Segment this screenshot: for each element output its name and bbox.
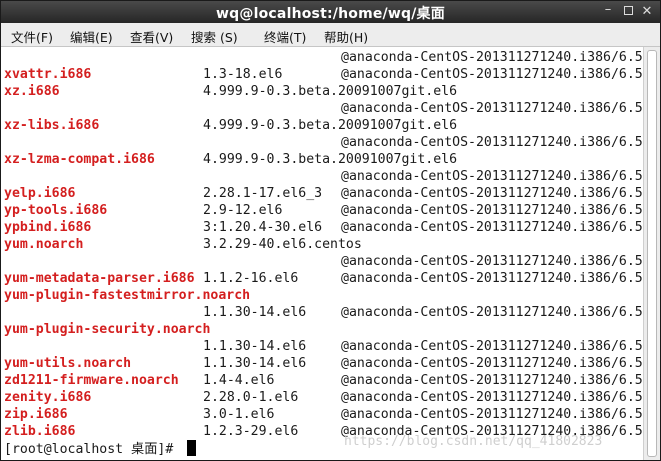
package-repo: @anaconda-CentOS-201311271240.i386/6.5	[341, 186, 643, 201]
package-name: zlib.i686	[4, 424, 76, 439]
menu-view[interactable]: 查看(V)	[130, 27, 173, 46]
menu-help[interactable]: 帮助(H)	[324, 27, 368, 46]
vertical-scrollbar[interactable]	[643, 47, 660, 460]
package-name: xz-libs.i686	[4, 118, 100, 133]
window-title: wq@localhost:/home/wq/桌面	[216, 6, 445, 22]
package-name: zd1211-firmware.noarch	[4, 373, 179, 388]
package-repo: @anaconda-CentOS-201311271240.i386/6.5	[341, 356, 643, 371]
terminal-window: wq@localhost:/home/wq/桌面 – ✕ 文件(F) 编辑(E)…	[0, 0, 661, 461]
package-repo: @anaconda-CentOS-201311271240.i386/6.5	[341, 203, 643, 218]
package-name: xz-lzma-compat.i686	[4, 152, 155, 167]
menu-bar: 文件(F) 编辑(E) 查看(V) 搜索 (S) 终端(T) 帮助(H)	[1, 23, 660, 47]
close-icon: ✕	[641, 4, 653, 19]
close-button[interactable]: ✕	[639, 4, 655, 20]
package-name: yp-tools.i686	[4, 203, 108, 218]
package-repo: @anaconda-CentOS-201311271240.i386/6.5	[341, 101, 643, 116]
package-repo: @anaconda-CentOS-201311271240.i386/6.5	[341, 50, 643, 65]
package-repo: @anaconda-CentOS-201311271240.i386/6.5	[341, 135, 643, 150]
package-name: ypbind.i686	[4, 220, 92, 235]
package-repo: @anaconda-CentOS-201311271240.i386/6.5	[341, 169, 643, 184]
title-bar[interactable]: wq@localhost:/home/wq/桌面 – ✕	[1, 1, 660, 23]
package-name: zenity.i686	[4, 390, 92, 405]
package-version: 4.999.9-0.3.beta.20091007git.el6	[203, 118, 458, 133]
package-name: yelp.i686	[4, 186, 76, 201]
shell-prompt: [root@localhost 桌面]#	[4, 442, 182, 457]
package-version: 1.1.2-16.el6	[203, 271, 299, 286]
menu-search[interactable]: 搜索 (S)	[191, 27, 238, 46]
package-repo: @anaconda-CentOS-201311271240.i386/6.5	[341, 220, 643, 235]
package-version: 3.0-1.el6	[203, 407, 275, 422]
package-repo: @anaconda-CentOS-201311271240.i386/6.5	[341, 67, 643, 82]
package-version: 1.4-4.el6	[203, 373, 275, 388]
watermark-text: https://blog.csdn.net/qq_41802823	[344, 434, 603, 449]
package-version: 4.999.9-0.3.beta.20091007git.el6	[203, 84, 458, 99]
text-cursor	[187, 440, 196, 456]
package-repo: @anaconda-CentOS-201311271240.i386/6.5	[341, 339, 643, 354]
package-repo: @anaconda-CentOS-201311271240.i386/6.5	[341, 305, 643, 320]
minimize-icon: –	[604, 2, 612, 17]
package-name: xvattr.i686	[4, 67, 92, 82]
package-version: 4.999.9-0.3.beta.20091007git.el6	[203, 152, 458, 167]
minimize-button[interactable]: –	[600, 2, 616, 18]
menu-edit[interactable]: 编辑(E)	[70, 27, 113, 46]
package-version: 2.28.1-17.el6_3	[203, 186, 323, 201]
package-repo: @anaconda-CentOS-201311271240.i386/6.5	[341, 254, 643, 269]
package-name: xz.i686	[4, 84, 60, 99]
package-repo: @anaconda-CentOS-201311271240.i386/6.5	[341, 407, 643, 422]
package-version: 1.1.30-14.el6	[203, 339, 307, 354]
package-name: yum-metadata-parser.i686	[4, 271, 195, 286]
package-repo: @anaconda-CentOS-201311271240.i386/6.5	[341, 390, 643, 405]
package-repo: @anaconda-CentOS-201311271240.i386/6.5	[341, 271, 643, 286]
menu-file[interactable]: 文件(F)	[11, 27, 53, 46]
package-version: 2.9-12.el6	[203, 203, 283, 218]
package-name: yum-plugin-fastestmirror.noarch	[4, 288, 251, 303]
maximize-icon	[623, 6, 633, 15]
scrollbar-thumb[interactable]	[647, 50, 657, 457]
menu-terminal[interactable]: 终端(T)	[264, 27, 306, 46]
package-version: 2.28.0-1.el6	[203, 390, 299, 405]
maximize-button[interactable]	[620, 4, 636, 20]
terminal-output[interactable]: @anaconda-CentOS-201311271240.i386/6.5 xv…	[1, 47, 644, 460]
package-version: 1.2.3-29.el6	[203, 424, 299, 439]
package-version: 3.2.29-40.el6.centos	[203, 237, 362, 252]
package-version: 1.1.30-14.el6	[203, 305, 307, 320]
package-version: 1.3-18.el6	[203, 67, 283, 82]
package-name: yum-utils.noarch	[4, 356, 132, 371]
package-name: zip.i686	[4, 407, 68, 422]
package-repo: @anaconda-CentOS-201311271240.i386/6.5	[341, 373, 643, 388]
package-name: yum.noarch	[4, 237, 84, 252]
package-version: 1.1.30-14.el6	[203, 356, 307, 371]
package-version: 3:1.20.4-30.el6	[203, 220, 323, 235]
package-name: yum-plugin-security.noarch	[4, 322, 211, 337]
